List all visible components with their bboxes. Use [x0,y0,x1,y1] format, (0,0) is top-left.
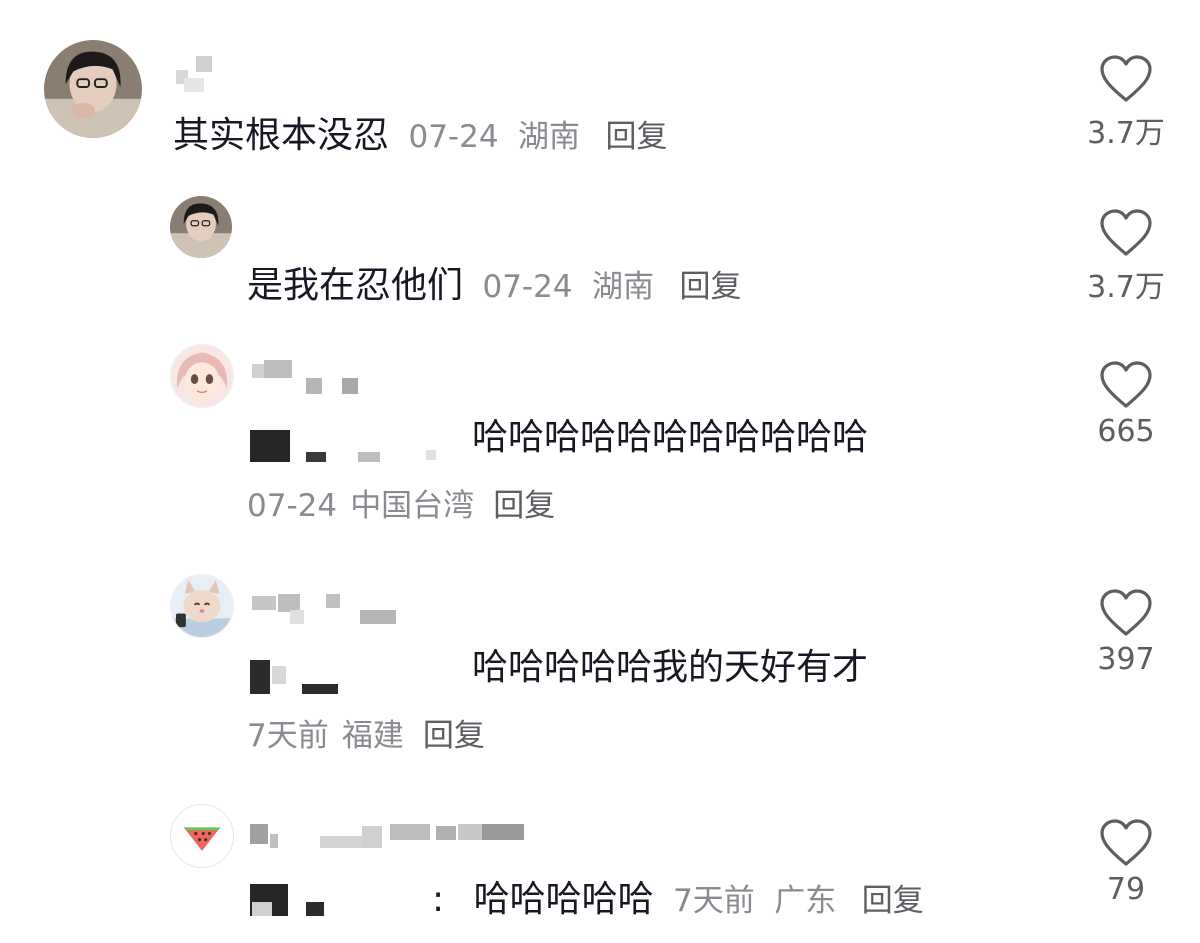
username-redacted[interactable] [250,590,400,626]
heart-outline-icon [1100,55,1152,102]
redacted-mention [250,884,380,920]
username-redacted[interactable] [250,360,370,396]
heart-outline-icon [1100,361,1152,408]
reply-button[interactable]: 回复 [862,883,924,919]
avatar[interactable] [170,574,234,638]
comment-line: : 哈哈哈哈哈 7天前 广东 回复 [432,878,924,923]
like-button[interactable]: 3.7万 [1066,208,1186,306]
reply-button[interactable]: 回复 [423,718,485,754]
comment-time: 07-24 [408,119,499,155]
comment-text: 哈哈哈哈哈 [473,879,654,920]
username-redacted[interactable] [250,816,530,852]
avatar-plush [171,575,233,637]
like-button[interactable]: 397 [1066,588,1186,677]
comment-location: 中国台湾 [350,488,475,524]
like-button[interactable]: 79 [1066,818,1186,907]
heart-outline-icon [1100,819,1152,866]
comment-location: 湖南 [518,119,581,155]
comment-line: 是我在忍他们 07-24 湖南 回复 [247,264,741,309]
comment-time: 7天前 [673,883,755,919]
like-count: 665 [1097,414,1155,449]
comment-location: 湖南 [592,269,655,305]
reply-button[interactable]: 回复 [493,488,555,524]
comment-time: 07-24 [482,269,573,305]
comment-meta: 7天前 福建 回复 [247,714,485,763]
like-button[interactable]: 3.7万 [1066,54,1186,152]
avatar[interactable] [170,344,234,408]
like-button[interactable]: 665 [1066,360,1186,449]
username-redacted[interactable] [176,56,236,96]
reply-button[interactable]: 回复 [605,119,667,155]
comment-time: 07-24 [247,488,338,524]
avatar-photo [170,196,232,258]
like-count: 397 [1097,642,1155,677]
like-count: 79 [1106,872,1146,907]
avatar-cartoon [171,345,233,407]
avatar[interactable] [170,196,232,258]
comment-text: 其实根本没忍 [173,115,390,156]
reply-button[interactable]: 回复 [679,269,741,305]
redacted-mention [250,430,450,466]
comment-text: 哈哈哈哈哈我的天好有才 [472,647,869,688]
heart-outline-icon [1100,209,1152,256]
like-count: 3.7万 [1087,270,1165,305]
comment-text: 哈哈哈哈哈哈哈哈哈哈哈 [472,417,869,458]
redacted-mention [250,660,360,696]
comment-line: 其实根本没忍 07-24 湖南 回复 [173,114,667,159]
avatar[interactable] [44,40,142,138]
watermelon-icon [171,805,233,867]
comment-time: 7天前 [247,718,329,754]
avatar[interactable] [170,804,234,868]
comment-prefix: : [432,879,445,920]
comment-location: 福建 [341,718,404,754]
comment-meta: 07-24 中国台湾 回复 [247,484,555,533]
heart-outline-icon [1100,589,1152,636]
avatar-photo [44,40,142,138]
comment-text: 是我在忍他们 [247,265,464,306]
like-count: 3.7万 [1087,116,1165,151]
comment-location: 广东 [774,883,837,919]
